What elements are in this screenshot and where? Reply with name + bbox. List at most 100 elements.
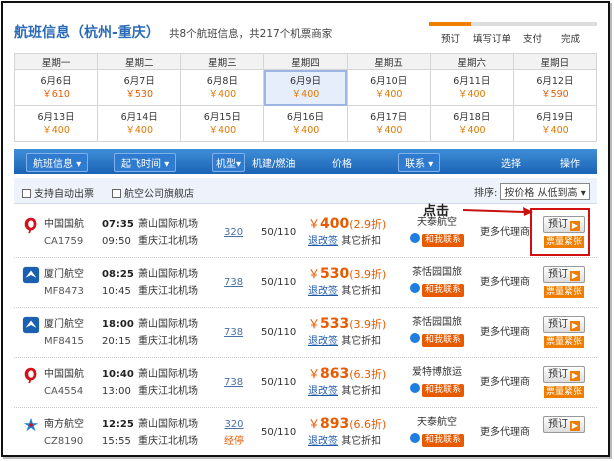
agency-name[interactable]: 天泰航空: [404, 414, 470, 431]
agency-name[interactable]: 爱特博旅运: [404, 364, 470, 381]
stopover-note: 经停: [224, 436, 244, 447]
day-price: ￥400: [125, 124, 154, 136]
airline-name: 厦门航空: [44, 319, 84, 330]
more-agencies-link[interactable]: 更多代理商: [480, 324, 530, 341]
calendar-day[interactable]: 6月16日 ￥400: [263, 105, 348, 142]
other-discount[interactable]: 其它折扣: [341, 336, 381, 347]
airport-cell: 萧山国际机场 重庆江北机场: [138, 316, 198, 350]
contact-me-button[interactable]: 和我联系: [404, 331, 470, 348]
calendar-day-selected[interactable]: 6月9日 ￥400: [263, 69, 348, 106]
refund-rules-link[interactable]: 退改签: [308, 386, 338, 397]
other-discount[interactable]: 其它折扣: [341, 286, 381, 297]
contact-me-label: 和我联系: [421, 284, 464, 297]
more-agencies-link[interactable]: 更多代理商: [480, 274, 530, 291]
book-button[interactable]: 预订 ▶: [543, 416, 585, 433]
calendar-day[interactable]: 6月6日 ￥610: [13, 69, 99, 106]
calendar-day[interactable]: 6月11日 ￥400: [429, 69, 514, 106]
book-button[interactable]: 预订 ▶: [543, 366, 585, 383]
weekday-header: 星期六: [429, 53, 514, 70]
arrive-airport: 重庆江北机场: [138, 236, 198, 247]
airline-name: 中国国航: [44, 369, 84, 380]
calendar-day[interactable]: 6月17日 ￥400: [346, 105, 431, 142]
page-header: 航班信息（杭州-重庆） 共8个航班信息，共217个机票商家: [14, 22, 332, 42]
action-cell: 预订 ▶ 票量紧张: [536, 316, 592, 350]
more-agencies-link[interactable]: 更多代理商: [480, 224, 530, 241]
price-line: ￥893(6.6折): [308, 416, 387, 432]
arrive-airport: 重庆江北机场: [138, 336, 198, 347]
refund-rules-link[interactable]: 退改签: [308, 436, 338, 447]
ticket-tight-badge: 票量紧张: [543, 336, 584, 348]
time-cell: 08:25 10:45: [102, 266, 134, 300]
airline-cell: 厦门航空 MF8415: [44, 316, 84, 350]
calendar-day[interactable]: 6月12日 ￥590: [512, 69, 598, 106]
contact-me-button[interactable]: 和我联系: [404, 381, 470, 398]
refund-rules-link[interactable]: 退改签: [308, 336, 338, 347]
contact-me-label: 和我联系: [421, 334, 464, 347]
auto-issue-checkbox[interactable]: 支持自动出票: [22, 185, 94, 200]
aircraft-cell: 320 经停: [224, 416, 244, 450]
aircraft-type-link[interactable]: 320: [224, 224, 243, 241]
price-header[interactable]: 价格: [332, 155, 352, 170]
contact-me-button[interactable]: 和我联系: [404, 431, 470, 448]
price-cell: ￥400(2.9折) 退改签 其它折扣: [308, 216, 386, 250]
calendar-day[interactable]: 6月10日 ￥400: [346, 69, 431, 106]
aircraft-type-link[interactable]: 738: [224, 374, 243, 391]
arrive-time: 10:45: [102, 286, 131, 297]
airport-cell: 萧山国际机场 重庆江北机场: [138, 366, 198, 400]
time-cell: 12:25 15:55: [102, 416, 134, 450]
aircraft-type-link[interactable]: 738: [224, 274, 243, 291]
other-discount[interactable]: 其它折扣: [341, 386, 381, 397]
calendar-day[interactable]: 6月13日 ￥400: [13, 105, 99, 142]
aircraft-dropdown[interactable]: 机型▾: [212, 153, 246, 172]
more-agencies-link[interactable]: 更多代理商: [480, 424, 530, 441]
day-date: 6月9日: [289, 75, 322, 87]
price-value: 863: [320, 366, 350, 382]
aircraft-type-link[interactable]: 738: [224, 324, 243, 341]
day-price: ￥400: [291, 88, 320, 100]
airline-cell: 中国国航 CA1759: [44, 216, 84, 250]
refund-rules-link[interactable]: 退改签: [308, 236, 338, 247]
fuel-value: 50/110: [261, 327, 297, 338]
flight-row: 厦门航空 MF8415 18:00 20:15 萧山国际机场 重庆江北机场 738 50/11…: [14, 308, 597, 358]
flagship-checkbox[interactable]: 航空公司旗舰店: [112, 185, 194, 200]
contact-me-label: 和我联系: [421, 234, 464, 247]
airline-logo-icon: [22, 316, 40, 334]
calendar-day[interactable]: 6月19日 ￥400: [512, 105, 598, 142]
contact-me-button[interactable]: 和我联系: [404, 231, 470, 248]
day-date: 6月14日: [120, 111, 158, 123]
depart-time: 08:25: [102, 269, 134, 280]
calendar-day[interactable]: 6月8日 ￥400: [180, 69, 265, 106]
price-value: 400: [320, 216, 350, 232]
contact-me-button[interactable]: 和我联系: [404, 281, 470, 298]
book-button[interactable]: 预订 ▶: [543, 266, 585, 283]
day-price: ￥400: [374, 88, 403, 100]
depart-time-dropdown[interactable]: 起飞时间 ▾: [114, 153, 177, 172]
price-calendar: 星期一 星期二 星期三 星期四 星期五 星期六 星期日 6月6日 ￥610 6月7…: [13, 53, 598, 142]
contact-label: 联系: [405, 159, 425, 170]
price-line: ￥400(2.9折): [308, 216, 387, 232]
qq-icon: [409, 283, 420, 293]
flight-info-dropdown[interactable]: 航班信息 ▾: [26, 153, 89, 172]
day-price: ￥610: [42, 88, 70, 100]
calendar-day[interactable]: 6月14日 ￥400: [97, 105, 182, 142]
flight-row: 厦门航空 MF8473 08:25 10:45 萧山国际机场 重庆江北机场 738 50/11…: [14, 258, 597, 308]
airline-name: 厦门航空: [44, 269, 84, 280]
agency-name[interactable]: 茶恬园国旅: [404, 264, 470, 281]
other-discount[interactable]: 其它折扣: [341, 436, 381, 447]
contact-dropdown[interactable]: 联系 ▾: [398, 153, 441, 172]
book-button[interactable]: 预订 ▶: [543, 316, 585, 333]
depart-time: 10:40: [102, 369, 134, 380]
aircraft-type-link[interactable]: 320: [224, 416, 244, 433]
other-discount[interactable]: 其它折扣: [341, 236, 381, 247]
weekday-header: 星期日: [512, 53, 598, 70]
agency-name[interactable]: 茶恬园国旅: [404, 314, 470, 331]
fuel-header: 机建/燃油: [252, 159, 296, 170]
chevron-down-icon: ▾: [76, 159, 82, 170]
discount-value: (6.6折): [349, 418, 387, 431]
refund-rules-link[interactable]: 退改签: [308, 286, 338, 297]
more-agencies-link[interactable]: 更多代理商: [480, 374, 530, 391]
calendar-day[interactable]: 6月18日 ￥400: [429, 105, 514, 142]
calendar-day[interactable]: 6月7日 ￥530: [97, 69, 182, 106]
sort-select[interactable]: 按价格 从低到高 ▾: [500, 183, 590, 200]
calendar-day[interactable]: 6月15日 ￥400: [180, 105, 265, 142]
